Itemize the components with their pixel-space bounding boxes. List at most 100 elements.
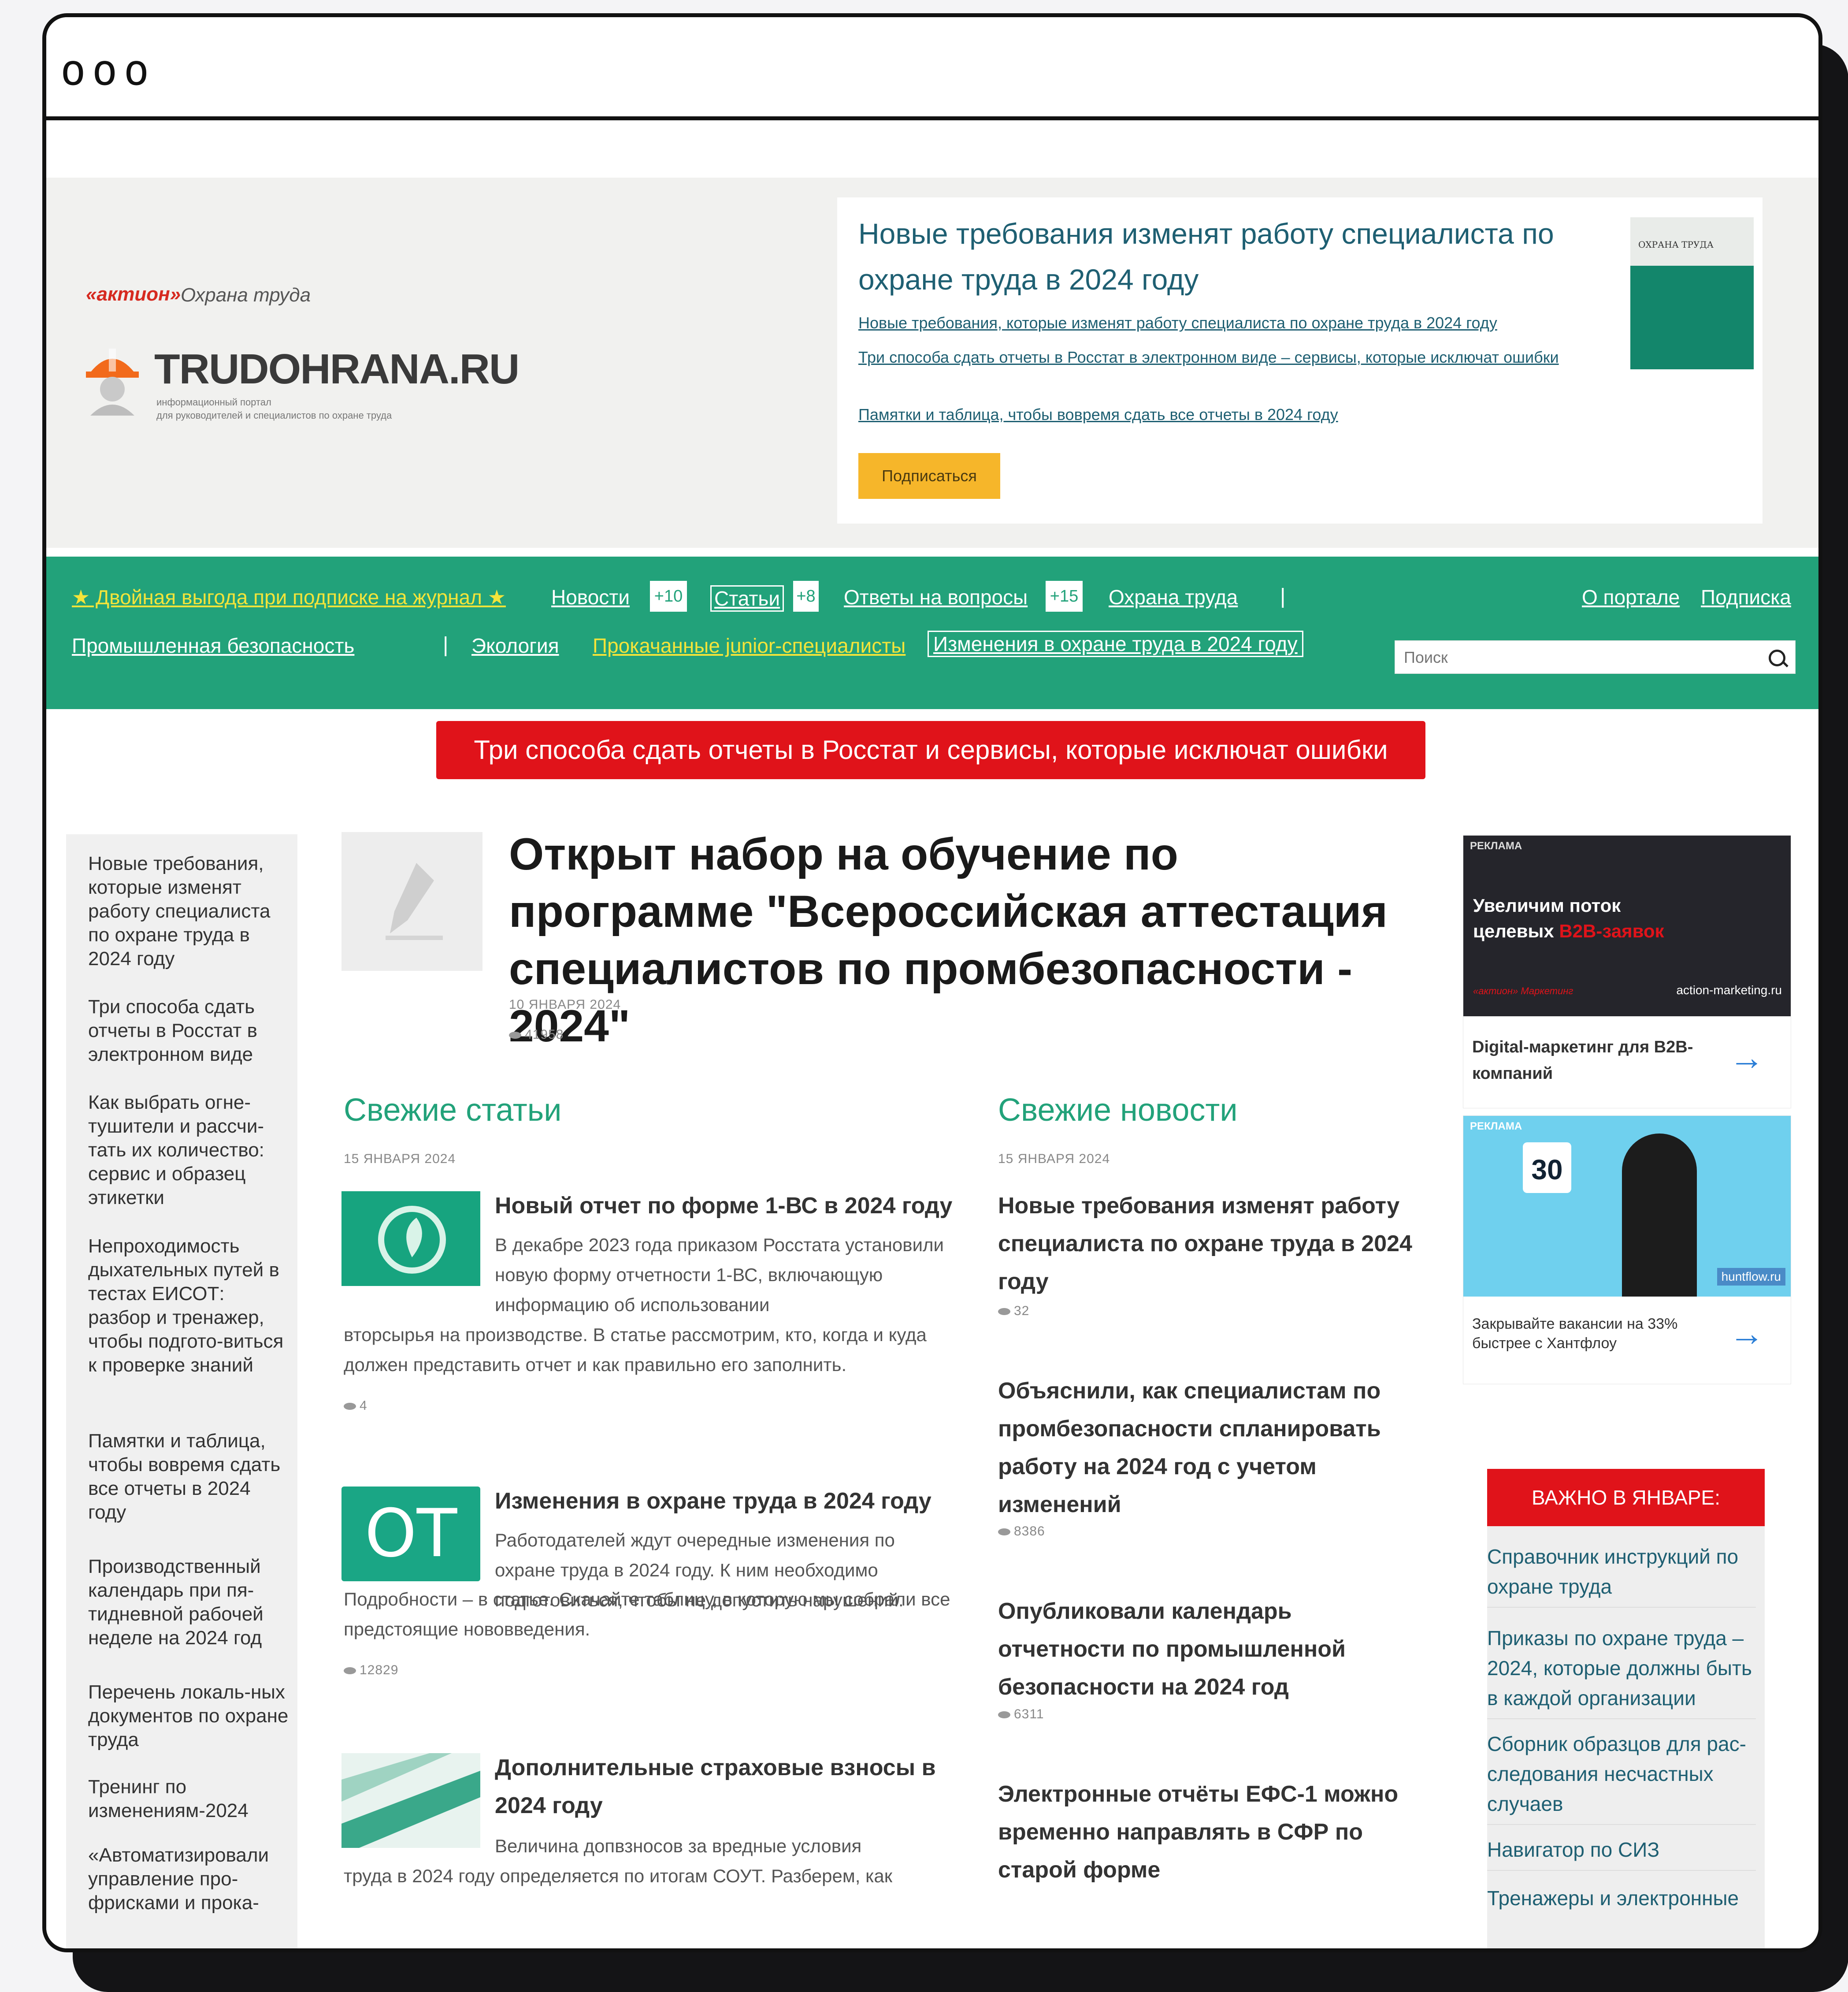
sidebar-link[interactable]: Перечень локаль-ных документов по охране… <box>88 1680 291 1752</box>
news-title[interactable]: Объяснили, как специалистам по промбезоп… <box>998 1372 1421 1524</box>
nav-ecology[interactable]: Экология <box>471 634 559 658</box>
sidebar-link[interactable]: Тренинг по изменениям-2024 <box>88 1775 291 1823</box>
article-views: 4 <box>344 1398 367 1413</box>
eye-icon <box>998 1711 1010 1719</box>
subscribe-button[interactable]: Подписаться <box>858 453 1000 499</box>
ad-caption: Digital-маркетинг для B2B-компаний <box>1472 1038 1693 1083</box>
article-thumbnail[interactable] <box>341 1753 480 1848</box>
article-thumbnail[interactable]: OT <box>341 1487 480 1581</box>
search-icon[interactable] <box>1769 650 1785 666</box>
arrow-right-icon[interactable]: → <box>1729 1313 1764 1354</box>
promo-link[interactable]: Три способа сдать отчеты в Росстат в эле… <box>858 347 1607 368</box>
title-bar: ooo <box>46 17 1818 120</box>
nav-articles[interactable]: Статьи <box>710 585 784 612</box>
nav-changes-2024[interactable]: Изменения в охране труда в 2024 году <box>928 631 1303 657</box>
news-date: 15 ЯНВАРЯ 2024 <box>998 1152 1110 1166</box>
article-title[interactable]: Дополнительные страховые взносы в 2024 г… <box>495 1749 957 1825</box>
news-title[interactable]: Новые требования изменят работу специали… <box>998 1187 1421 1301</box>
window-controls[interactable]: ooo <box>60 45 155 95</box>
sidebar-link[interactable]: Три способа сдать отчеты в Росстат в эле… <box>88 995 291 1067</box>
sidebar-link[interactable]: Непроходимость дыхательных путей в теста… <box>88 1234 291 1377</box>
article-title[interactable]: Изменения в охране труда в 2024 году <box>495 1482 957 1520</box>
ad-badge: РЕКЛАМА <box>1470 840 1522 852</box>
aktion-subtitle: Охрана труда <box>181 284 311 306</box>
important-link[interactable]: Навигатор по СИЗ <box>1487 1835 1756 1871</box>
eye-icon <box>509 1032 521 1039</box>
nav-separator: | <box>1280 585 1286 608</box>
hero-image-placeholder[interactable] <box>341 832 482 971</box>
nav-industrial-safety[interactable]: Промышленная безопасность <box>72 634 354 658</box>
news-views-count: 8386 <box>1014 1524 1045 1539</box>
nav-subscribe[interactable]: Подписка <box>1701 585 1791 609</box>
news-views: 32 <box>998 1304 1029 1319</box>
important-link[interactable]: Приказы по охране труда – 2024, которые … <box>1487 1623 1756 1719</box>
news-views: 6311 <box>998 1707 1044 1722</box>
news-title[interactable]: Опубликовали календарь отчетности по про… <box>998 1592 1421 1706</box>
news-views-count: 6311 <box>1014 1707 1044 1721</box>
search-input[interactable] <box>1403 644 1748 671</box>
ad-footer-brand: «актион» Маркетинг <box>1473 985 1573 996</box>
promo-link[interactable]: Новые требования, которые изменят работу… <box>858 313 1607 333</box>
hero-views-count: 41958 <box>525 1027 564 1042</box>
promo-link[interactable]: Памятки и таблица, чтобы вовремя сдать в… <box>858 405 1607 425</box>
nav-news[interactable]: Новости <box>551 585 630 609</box>
ad-footer-url: action-marketing.ru <box>1676 983 1782 997</box>
eye-icon <box>998 1308 1010 1316</box>
ad-banner-huntflow[interactable]: РЕКЛАМА 30 huntflow.ru Закрывайте ваканс… <box>1463 1115 1791 1384</box>
article-excerpt-continued: Подробности – в статье. Скачайте таблицу… <box>344 1589 950 1639</box>
articles-count-badge: +8 <box>793 581 819 612</box>
sidebar-link[interactable]: Памятки и таблица, чтобы вовремя сдать в… <box>88 1429 291 1524</box>
nav-labor-safety[interactable]: Охрана труда <box>1109 585 1238 609</box>
ad-image: РЕКЛАМА 30 huntflow.ru <box>1463 1116 1791 1297</box>
answers-count-badge: +15 <box>1046 581 1083 612</box>
red-banner[interactable]: Три способа сдать отчеты в Росстат и сер… <box>436 721 1425 779</box>
news-views-count: 32 <box>1014 1304 1030 1318</box>
article-views-count: 12829 <box>360 1663 399 1677</box>
nav-separator: | <box>443 633 449 657</box>
brand-subtitle: информационный портал для руководителей … <box>156 397 392 421</box>
important-title: ВАЖНО В ЯНВАРЕ: <box>1487 1469 1765 1526</box>
important-link[interactable]: Сборник образцов для рас-следования несч… <box>1487 1729 1756 1825</box>
important-link[interactable]: Справочник инструкций по охране труда <box>1487 1542 1756 1608</box>
important-link[interactable]: Тренажеры и электронные <box>1487 1883 1756 1918</box>
hero-title[interactable]: Открыт набор на обучение по программе "В… <box>509 825 1434 1055</box>
article-thumbnail[interactable] <box>341 1191 480 1286</box>
nav-junior[interactable]: Прокачанные junior-специалисты <box>593 634 905 658</box>
eye-icon <box>344 1403 356 1410</box>
eye-icon <box>998 1528 1010 1536</box>
nav-promo-link[interactable]: ★ Двойная выгода при подписке на журнал … <box>72 585 506 609</box>
main-nav: ★ Двойная выгода при подписке на журнал … <box>46 557 1818 709</box>
sidebar-link[interactable]: Производственный календарь при пя-тиднев… <box>88 1555 291 1650</box>
article-excerpt: В декабре 2023 года приказом Росстата ус… <box>495 1234 944 1315</box>
sidebar-link[interactable]: Новые требования, которые изменят работу… <box>88 852 291 971</box>
helmet-icon <box>86 349 139 416</box>
ad-headline: Увеличим поток целевых B2B-заявок <box>1473 895 1664 941</box>
important-box: ВАЖНО В ЯНВАРЕ: Справочник инструкций по… <box>1487 1469 1765 1948</box>
articles-section-title[interactable]: Свежие статьи <box>344 1092 561 1128</box>
article-views-count: 4 <box>360 1398 367 1413</box>
article-excerpt-continued: вторсырья на производстве. В статье расс… <box>344 1324 927 1375</box>
brand-name: TRUDOHRANA.RU <box>154 346 520 393</box>
arrow-right-icon[interactable]: → <box>1729 1037 1764 1078</box>
site-logo[interactable]: «актион» Охрана труда TRUDOHRANA.RU инфо… <box>86 283 520 460</box>
article-title[interactable]: Новый отчет по форме 1-ВС в 2024 году <box>495 1187 957 1225</box>
article-excerpt: Величина допвзносов за вредные условия <box>495 1836 862 1856</box>
article-views: 12829 <box>344 1663 398 1678</box>
promo-title[interactable]: Новые требования изменят работу специали… <box>858 211 1607 302</box>
pen-icon <box>386 863 443 940</box>
hero-views: 41958 <box>509 1027 564 1042</box>
ad-image: РЕКЛАМА Увеличим поток целевых B2B-заяво… <box>1463 836 1791 1016</box>
sidebar-link[interactable]: «Автоматизировали управление про-фрискам… <box>88 1843 291 1915</box>
aktion-logo: «актион» <box>86 283 181 305</box>
magazine-cover[interactable]: ОХРАНА ТРУДА <box>1630 217 1754 369</box>
sidebar-link[interactable]: Как выбрать огне-тушители и рассчи-тать … <box>88 1091 291 1210</box>
nav-about[interactable]: О портале <box>1582 585 1680 609</box>
search-box <box>1395 640 1796 674</box>
ad-banner-marketing[interactable]: РЕКЛАМА Увеличим поток целевых B2B-заяво… <box>1463 835 1791 1108</box>
news-title[interactable]: Электронные отчёты ЕФС-1 можно временно … <box>998 1775 1421 1889</box>
site-header: «актион» Охрана труда TRUDOHRANA.RU инфо… <box>46 178 1818 548</box>
nav-answers[interactable]: Ответы на вопросы <box>844 585 1028 609</box>
promo-box: Новые требования изменят работу специали… <box>837 197 1763 524</box>
news-section-title[interactable]: Свежие новости <box>998 1092 1238 1128</box>
calendar-icon: 30 <box>1523 1142 1571 1193</box>
